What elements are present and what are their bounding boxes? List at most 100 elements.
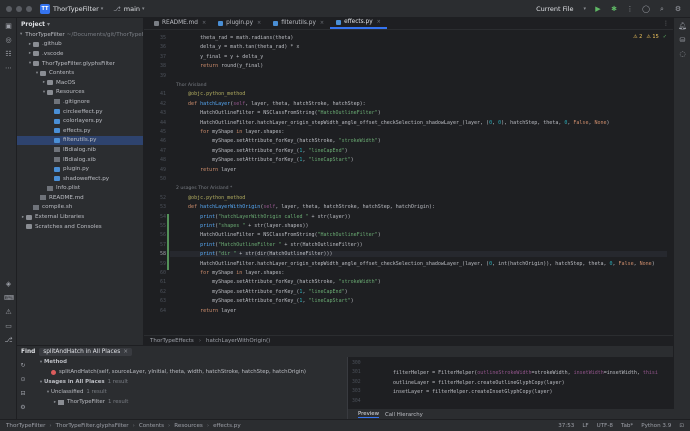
run-config-selector[interactable]: Current File bbox=[536, 5, 573, 13]
tab-preview[interactable]: Preview bbox=[358, 411, 379, 418]
status-breadcrumb-item[interactable]: ThorTypeFilter bbox=[6, 423, 45, 429]
line-number: 36 bbox=[159, 44, 166, 51]
file-encoding[interactable]: UTF-8 bbox=[597, 423, 613, 429]
vcs-change-marker[interactable] bbox=[167, 213, 169, 223]
find-result-row[interactable]: ▸ ThorTypeFilter 1 result bbox=[31, 397, 347, 407]
breadcrumb-class[interactable]: ThorTypeEffects bbox=[150, 338, 194, 344]
user-icon[interactable]: ◯ bbox=[642, 5, 650, 13]
code-line: theta_rad = math.radians(theta) bbox=[176, 35, 294, 41]
line-number: 46 bbox=[159, 138, 166, 145]
tree-item[interactable]: ▸ .vscode bbox=[17, 49, 143, 59]
tree-item[interactable]: plugin.py bbox=[17, 164, 143, 174]
search-icon[interactable]: ⌕ bbox=[658, 5, 666, 13]
notifications-icon[interactable]: 🔔︎ bbox=[678, 22, 687, 31]
code-vision-hint[interactable]: 2 usages Thor Arisland * bbox=[176, 186, 232, 191]
python-console-icon[interactable]: ⌨ bbox=[4, 294, 14, 303]
caret-position[interactable]: 37:53 bbox=[558, 423, 574, 429]
tree-item[interactable]: ▾ Resources bbox=[17, 88, 143, 98]
tree-item[interactable]: filterutils.py bbox=[17, 135, 143, 146]
status-breadcrumb-item[interactable]: Resources bbox=[174, 423, 203, 429]
python-packages-icon[interactable]: ◈ bbox=[4, 280, 13, 289]
tree-item[interactable]: README.md bbox=[17, 193, 143, 203]
more-icon[interactable]: ⋮ bbox=[626, 5, 634, 13]
commit-tool-icon[interactable]: ◎ bbox=[4, 36, 13, 45]
vcs-change-marker[interactable] bbox=[167, 251, 169, 261]
find-result-label: splitAndHatch(self, sourceLayer, yInitia… bbox=[59, 369, 306, 375]
tree-item[interactable]: shadoweffect.py bbox=[17, 174, 143, 184]
scientific-mode-icon[interactable]: ◌ bbox=[678, 50, 687, 59]
tree-item[interactable]: colorlayers.py bbox=[17, 116, 143, 126]
code-line: print("hatchLayerWithOrigin called " + s… bbox=[200, 213, 351, 220]
code-vision-hint[interactable]: Thor Arisland bbox=[176, 83, 207, 88]
structure-tool-icon[interactable]: ☷ bbox=[4, 50, 13, 59]
status-breadcrumb-item[interactable]: Contents bbox=[139, 423, 164, 429]
lock-icon[interactable]: ⊡ bbox=[679, 423, 684, 429]
line-number: 50 bbox=[159, 176, 166, 182]
terminal-icon[interactable]: ▭ bbox=[4, 322, 13, 331]
line-number: 35 bbox=[159, 35, 166, 41]
tree-item[interactable]: Scratches and Consoles bbox=[17, 222, 143, 232]
run-icon[interactable]: ▶ bbox=[594, 5, 602, 13]
find-result-row[interactable]: ▾ Unclassified 1 result bbox=[31, 387, 347, 397]
tree-item[interactable]: compile.sh bbox=[17, 203, 143, 213]
find-results-tree: ▾ Method splitAndHatch(self, sourceLayer, … bbox=[17, 357, 347, 420]
code-editor[interactable]: ⚠ 2 ⚠ 15 ✓ theta_rad = math.radians(thet… bbox=[170, 31, 673, 335]
find-result-row[interactable]: ▾ Method bbox=[31, 357, 347, 367]
editor-tab-actions[interactable]: ⋮ bbox=[663, 20, 669, 27]
project-switcher[interactable]: ThorTypeFilter bbox=[53, 5, 99, 13]
close-icon[interactable]: × bbox=[257, 20, 261, 26]
tree-item[interactable]: ▸ .github bbox=[17, 40, 143, 50]
editor-tab[interactable]: filterutils.py × bbox=[267, 17, 330, 29]
more-tools-icon[interactable]: ⋯ bbox=[4, 64, 13, 73]
tree-item[interactable]: circleeffect.py bbox=[17, 107, 143, 117]
close-icon[interactable]: × bbox=[320, 20, 324, 26]
project-tool-icon[interactable]: ▣ bbox=[4, 22, 13, 31]
vcs-change-marker[interactable] bbox=[167, 260, 169, 270]
tree-item[interactable]: Info.plist bbox=[17, 184, 143, 194]
find-result-row[interactable]: ▾ Usages in All Places 1 result bbox=[31, 377, 347, 387]
project-badge[interactable]: TT bbox=[40, 3, 50, 14]
project-panel-header[interactable]: Project ▾ bbox=[17, 18, 143, 30]
debug-icon[interactable]: ✱ bbox=[610, 5, 618, 13]
tree-item[interactable]: .gitignore bbox=[17, 97, 143, 107]
database-icon[interactable]: ⛁ bbox=[678, 36, 687, 45]
inspection-widget[interactable]: ⚠ 2 ⚠ 15 ✓ bbox=[633, 34, 667, 40]
find-preview-pane: Preview Call Hierarchy 300 301 filterHelpe… bbox=[347, 357, 674, 420]
indent-setting[interactable]: Tab* bbox=[621, 423, 633, 429]
chevron-down-icon[interactable]: ▾ bbox=[20, 32, 22, 37]
python-interpreter[interactable]: Python 3.9 bbox=[641, 423, 671, 429]
editor-tab[interactable]: README.md × bbox=[148, 17, 212, 29]
gear-icon[interactable]: ⚙ bbox=[674, 5, 682, 13]
tree-item[interactable]: IBdialog.xib bbox=[17, 155, 143, 165]
tree-item[interactable]: ▸ External Libraries bbox=[17, 212, 143, 222]
tree-item[interactable]: effects.py bbox=[17, 126, 143, 136]
line-separator[interactable]: LF bbox=[582, 423, 588, 429]
tree-item[interactable]: ▾ Contents bbox=[17, 68, 143, 78]
close-icon[interactable]: × bbox=[377, 19, 381, 25]
find-result-row[interactable]: splitAndHatch(self, sourceLayer, yInitia… bbox=[31, 367, 347, 377]
branch-switcher[interactable]: main bbox=[124, 5, 140, 13]
tree-item[interactable]: ▾ ThorTypeFilter.glyphsFilter bbox=[17, 59, 143, 69]
find-query-tab[interactable]: splitAndHatch in All Places × bbox=[39, 347, 133, 356]
tree-item[interactable]: IBdialog.nib bbox=[17, 145, 143, 155]
close-icon[interactable]: × bbox=[202, 20, 206, 26]
tree-item[interactable]: ▾ThorTypeFilter~/Documents/git/ThorTypeF… bbox=[17, 30, 143, 40]
version-control-icon[interactable]: ⎇ bbox=[4, 336, 13, 345]
vcs-change-marker[interactable] bbox=[167, 241, 169, 252]
breadcrumb-function[interactable]: hatchLayerWithOrigin() bbox=[206, 338, 270, 344]
line-number: 64 bbox=[159, 307, 166, 314]
status-breadcrumb-item[interactable]: effects.py bbox=[213, 423, 241, 429]
problems-icon[interactable]: ⚠ bbox=[4, 308, 13, 317]
status-breadcrumb-item[interactable]: ThorTypeFilter.glyphsFilter bbox=[56, 423, 129, 429]
tab-call-hierarchy[interactable]: Call Hierarchy bbox=[385, 412, 423, 418]
code-line: print("HatchOutlineFilter " + str(HatchO… bbox=[200, 241, 363, 248]
close-icon[interactable]: × bbox=[123, 349, 128, 355]
tree-item[interactable]: ▸ MacOS bbox=[17, 78, 143, 88]
code-line: HatchOutlineFilter.hatchLayer_origin_ste… bbox=[176, 119, 610, 126]
editor-tab[interactable]: effects.py × bbox=[330, 17, 387, 29]
code-line: myShape.setAttribute_forKey_(hatchStroke… bbox=[176, 279, 381, 286]
vcs-change-marker[interactable] bbox=[167, 223, 169, 233]
window-controls[interactable] bbox=[6, 5, 32, 12]
vcs-change-marker[interactable] bbox=[167, 232, 169, 242]
editor-tab[interactable]: plugin.py × bbox=[212, 17, 267, 29]
